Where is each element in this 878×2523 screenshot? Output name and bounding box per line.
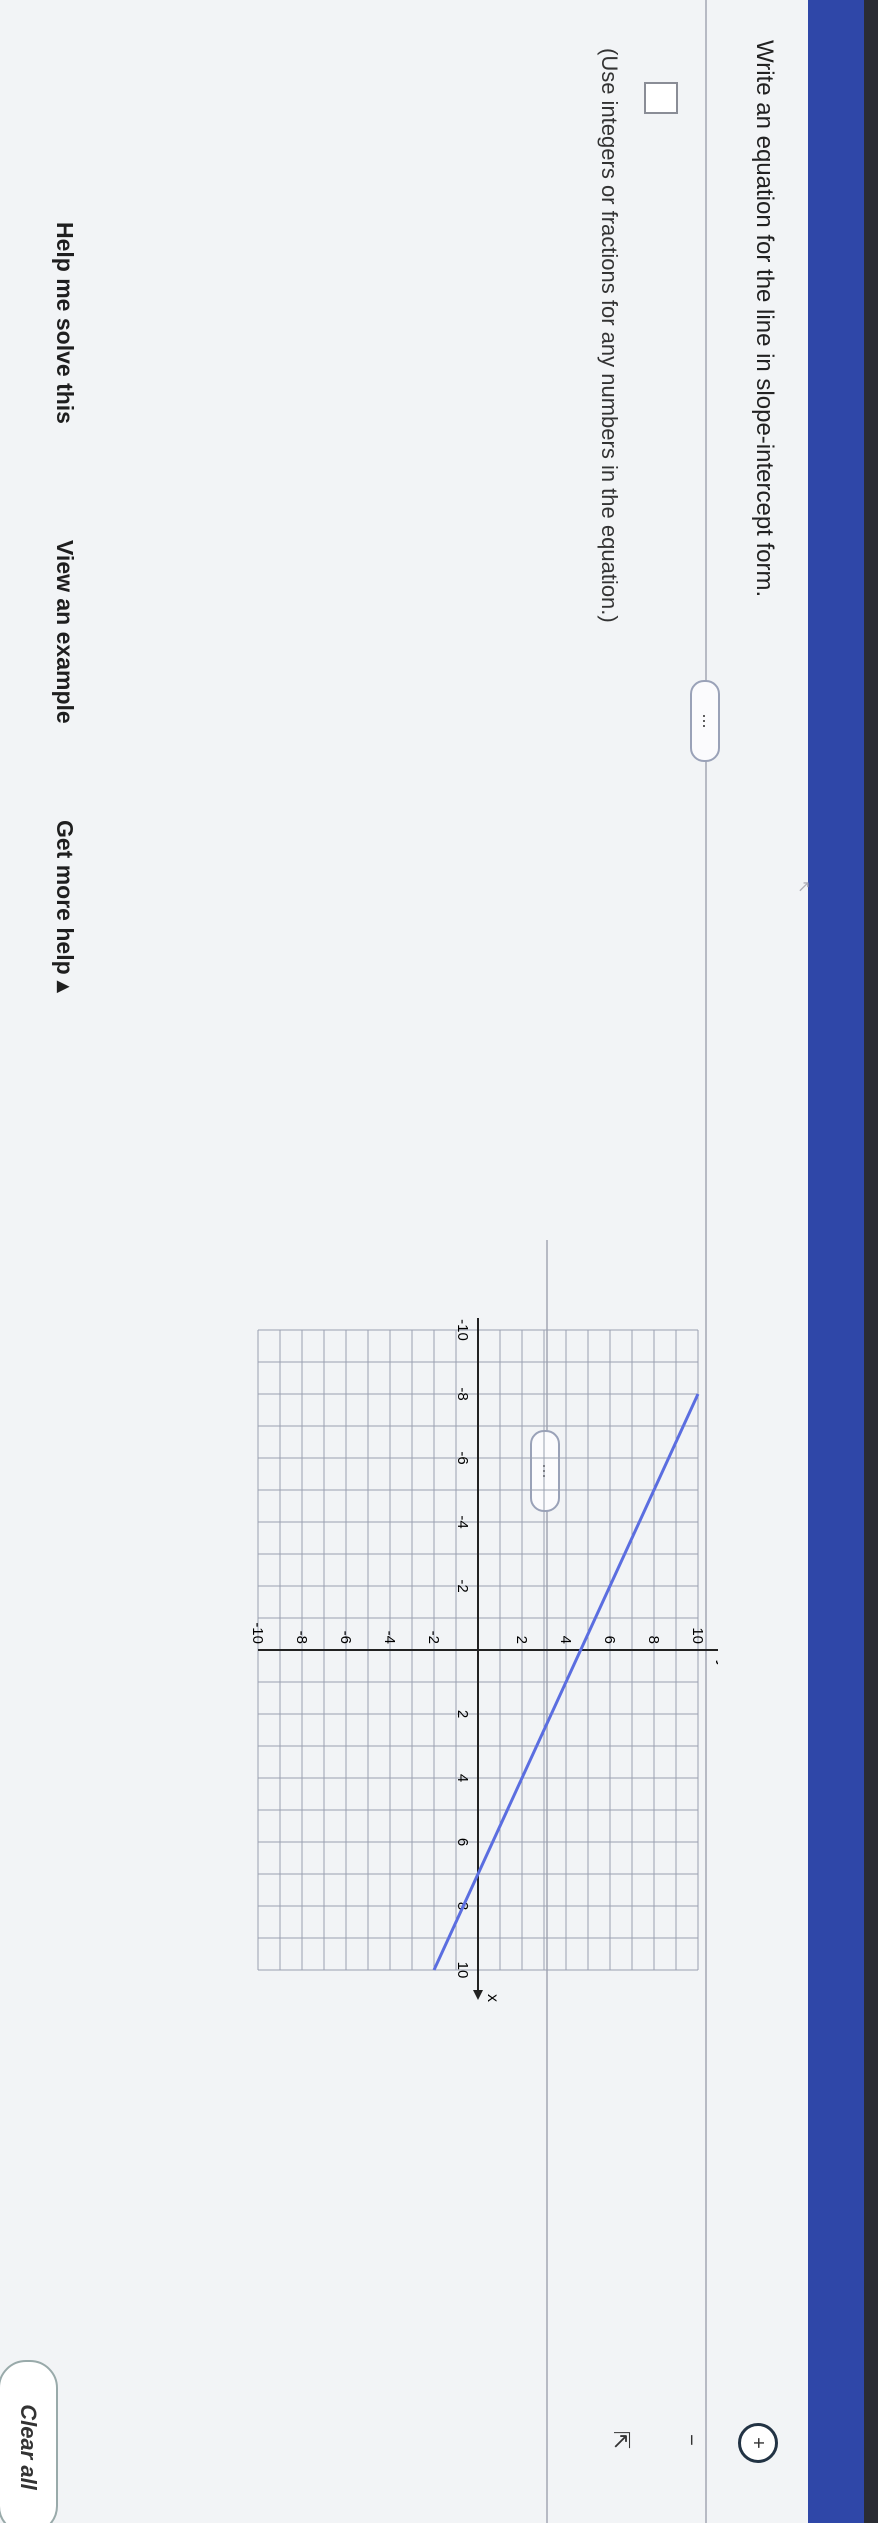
coordinate-graph: xy-10-8-6-4-2246810108642-2-4-6-8-10	[249, 1318, 718, 2002]
cursor-icon: ↖	[795, 880, 812, 894]
divider-line	[705, 0, 707, 2523]
x-tick-label: -4	[454, 1515, 471, 1528]
view-example-button[interactable]: View an example	[51, 540, 78, 724]
get-more-help-button[interactable]: Get more help ▴	[51, 820, 78, 993]
x-tick-label: -8	[454, 1387, 471, 1400]
y-tick-label: 4	[557, 1636, 574, 1644]
y-tick-label: -4	[381, 1631, 398, 1644]
x-axis-label: x	[484, 1994, 501, 2002]
answer-hint: (Use integers or fractions for any numbe…	[597, 48, 622, 623]
clear-all-button[interactable]: Clear all	[0, 2360, 58, 2523]
help-me-solve-button[interactable]: Help me solve this	[51, 222, 78, 424]
y-tick-label: 10	[689, 1627, 706, 1644]
x-axis-arrow	[473, 1990, 483, 2000]
question-prompt: Write an equation for the line in slope-…	[751, 40, 778, 598]
x-tick-label: -6	[454, 1451, 471, 1464]
x-tick-label: -2	[454, 1579, 471, 1592]
y-tick-label: -10	[249, 1622, 266, 1644]
y-axis-label: y	[716, 1660, 718, 1669]
y-tick-label: -8	[293, 1631, 310, 1644]
y-tick-label: -6	[337, 1631, 354, 1644]
x-tick-label: 2	[454, 1710, 471, 1718]
x-tick-label: -10	[454, 1319, 471, 1341]
zoom-out-icon[interactable]: −	[674, 2423, 708, 2457]
top-dark-strip	[864, 0, 878, 2523]
x-tick-label: 4	[454, 1774, 471, 1782]
y-tick-label: -2	[425, 1631, 442, 1644]
pop-out-icon[interactable]: ⇱	[604, 2423, 638, 2457]
problem-panel: ↖ Write an equation for the line in slop…	[0, 0, 878, 2523]
y-tick-label: 8	[645, 1636, 662, 1644]
y-tick-label: 2	[513, 1636, 530, 1644]
x-tick-label: 6	[454, 1838, 471, 1846]
y-tick-label: 6	[601, 1636, 618, 1644]
zoom-in-icon[interactable]: +	[738, 2423, 778, 2463]
expand-question-button[interactable]: ...	[690, 680, 720, 762]
x-tick-label: 10	[454, 1962, 471, 1979]
answer-input[interactable]	[644, 82, 678, 114]
